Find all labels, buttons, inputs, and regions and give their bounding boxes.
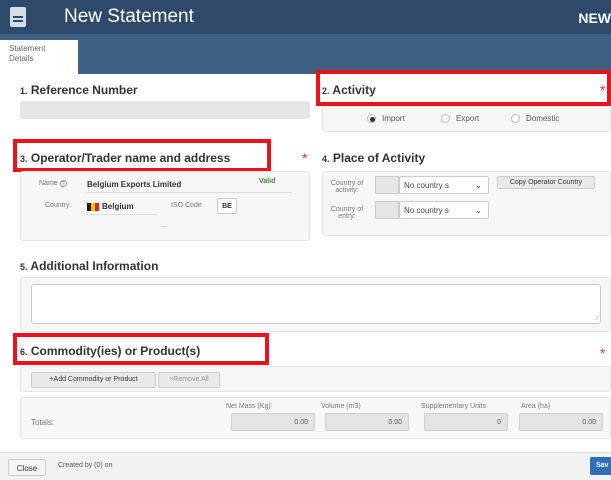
operator-name-value: Belgium Exports Limited bbox=[87, 180, 182, 189]
operator-name-label: Name ? bbox=[39, 180, 67, 187]
radio-import[interactable]: Import bbox=[367, 114, 405, 124]
tab-statement-details[interactable]: Statement Details bbox=[0, 40, 78, 74]
commodity-num: 6. bbox=[20, 347, 28, 357]
operator-name-underline bbox=[87, 192, 292, 193]
country-of-entry-label: Country of entry: bbox=[330, 206, 364, 220]
country-of-activity-select-text: No country s bbox=[404, 181, 449, 190]
operator-title: Operator/Trader name and address bbox=[30, 151, 231, 165]
net-mass-header: Net Mass (Kg) bbox=[226, 403, 271, 410]
tab-bar: Statement Details bbox=[0, 34, 611, 74]
net-mass-total: 0.00 bbox=[231, 413, 315, 431]
place-title: Place of Activity bbox=[332, 151, 426, 165]
country-of-activity-flag-box bbox=[375, 176, 399, 194]
area-total: 0.00 bbox=[519, 413, 603, 431]
add-commodity-button[interactable]: +Add Commodity or Product bbox=[31, 372, 156, 388]
operator-heading: 3. Operator/Trader name and address bbox=[20, 151, 230, 165]
resize-handle-icon[interactable]: ∕ bbox=[597, 315, 598, 322]
supplementary-units-total: 0 bbox=[424, 413, 508, 431]
tab-label-line1: Statement bbox=[9, 44, 46, 53]
country-of-entry-select[interactable]: No country s ⌄ bbox=[399, 201, 489, 219]
save-button[interactable]: Sav bbox=[590, 457, 611, 475]
operator-required-mark: * bbox=[302, 150, 308, 166]
reference-num: 1. bbox=[20, 86, 28, 96]
operator-country-underline bbox=[87, 214, 157, 215]
place-panel: Country of activity: No country s ⌄ Copy… bbox=[322, 171, 611, 236]
country-of-activity-label: Country of activity: bbox=[330, 180, 364, 194]
radio-import-dot bbox=[367, 114, 376, 124]
country-of-entry-select-text: No country s bbox=[404, 206, 449, 215]
activity-title: Activity bbox=[332, 83, 376, 97]
additional-info-textarea[interactable]: ∕ bbox=[31, 284, 601, 324]
copy-operator-country-button[interactable]: Copy Operator Country bbox=[497, 176, 595, 189]
document-icon bbox=[10, 7, 26, 27]
operator-iso-value: BE bbox=[217, 198, 237, 214]
commodity-title: Commodity(ies) or Product(s) bbox=[30, 344, 201, 358]
status-label: NEW bbox=[578, 10, 611, 26]
remove-all-button[interactable]: ×Remove All bbox=[158, 372, 220, 388]
radio-export[interactable]: Export bbox=[441, 114, 480, 124]
additional-heading: 5. Additional Information bbox=[20, 259, 158, 273]
totals-panel: Net Mass (Kg) Volume (m3) Supplementary … bbox=[20, 397, 611, 439]
radio-domestic[interactable]: Domestic bbox=[511, 114, 560, 124]
country-of-entry-flag-box bbox=[375, 201, 399, 219]
operator-num: 3. bbox=[20, 154, 28, 164]
volume-header: Volume (m3) bbox=[321, 403, 361, 410]
additional-panel: ∕ bbox=[20, 277, 611, 332]
close-button[interactable]: Close bbox=[8, 459, 46, 476]
operator-valid-status: Valid bbox=[259, 178, 276, 185]
commodity-required-mark: * bbox=[600, 345, 606, 361]
place-num: 4. bbox=[322, 154, 330, 164]
radio-domestic-dot bbox=[511, 114, 520, 124]
radio-domestic-label: Domestic bbox=[526, 114, 560, 123]
area-header: Area (ha) bbox=[521, 403, 551, 410]
reference-title: Reference Number bbox=[30, 83, 138, 97]
operator-country-label: Country bbox=[45, 202, 70, 209]
commodity-toolbar: +Add Commodity or Product ×Remove All bbox=[20, 366, 611, 392]
totals-label: Totals: bbox=[31, 418, 55, 427]
additional-title: Additional Information bbox=[30, 259, 159, 273]
commodity-heading: 6. Commodity(ies) or Product(s) bbox=[20, 344, 200, 358]
operator-iso-label: ISO Code bbox=[171, 202, 202, 209]
radio-export-dot bbox=[441, 114, 450, 124]
activity-num: 2. bbox=[322, 86, 330, 96]
operator-more: ... bbox=[161, 222, 167, 229]
tab-label-line2: Details bbox=[9, 54, 34, 63]
title-bar: New Statement NEW bbox=[0, 0, 611, 34]
operator-panel: Name ? Belgium Exports Limited Valid Cou… bbox=[20, 171, 310, 241]
belgium-flag-icon bbox=[87, 203, 99, 211]
reference-number-field[interactable] bbox=[20, 101, 310, 119]
page-title: New Statement bbox=[64, 6, 194, 27]
info-icon: ? bbox=[59, 180, 67, 187]
supplementary-units-header: Supplementary Units bbox=[421, 403, 486, 410]
footer-bar: Close Created by (0) on Sav bbox=[0, 452, 611, 480]
country-of-activity-select[interactable]: No country s ⌄ bbox=[399, 176, 489, 194]
additional-num: 5. bbox=[20, 262, 28, 272]
reference-heading: 1. Reference Number bbox=[20, 83, 138, 97]
volume-total: 0.00 bbox=[325, 413, 409, 431]
activity-heading: 2. Activity bbox=[322, 83, 376, 97]
radio-export-label: Export bbox=[456, 114, 480, 123]
place-heading: 4. Place of Activity bbox=[322, 151, 425, 165]
operator-country-value: Belgium bbox=[102, 202, 134, 211]
activity-required-mark: * bbox=[600, 82, 606, 98]
chevron-down-icon: ⌄ bbox=[475, 206, 482, 215]
radio-import-label: Import bbox=[382, 114, 405, 123]
created-by-text: Created by (0) on bbox=[58, 462, 113, 469]
chevron-down-icon: ⌄ bbox=[475, 181, 482, 190]
activity-options-panel: Import Export Domestic bbox=[322, 106, 611, 132]
